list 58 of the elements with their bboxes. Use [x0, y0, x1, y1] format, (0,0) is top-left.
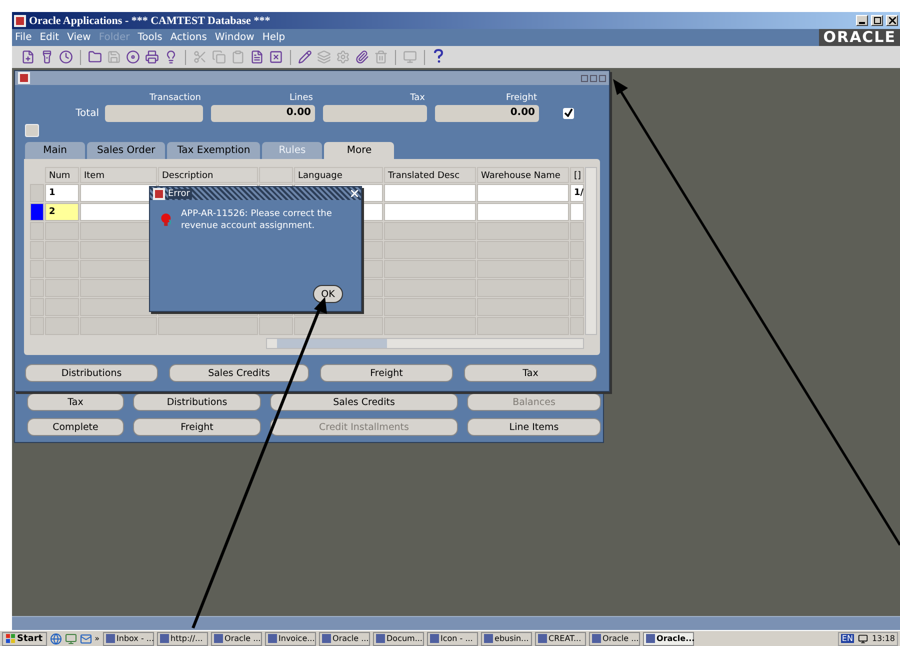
menu-item[interactable]: Edit	[40, 32, 60, 43]
taskbar-button[interactable]: http://...	[156, 632, 208, 646]
column-heading: Tax	[409, 93, 426, 103]
dialog-title: Error	[168, 188, 192, 198]
tab[interactable]: Tax Exemption	[167, 142, 260, 159]
action-button[interactable]: Complete	[27, 418, 124, 436]
taskbar-button[interactable]: Oracle...	[642, 632, 694, 646]
clock: 13:18	[872, 634, 895, 643]
column-header: Num	[45, 167, 79, 183]
column-header: Translated Desc	[384, 167, 476, 183]
window-title: Oracle Applications - *** CAMTEST Database ***	[29, 14, 272, 26]
menu-item[interactable]: File	[15, 32, 32, 43]
action-button[interactable]: Tax	[464, 364, 597, 382]
ok-button[interactable]: OK	[313, 285, 343, 303]
logo: ORACLE	[819, 29, 900, 46]
column-header: Description	[158, 167, 258, 183]
total-field[interactable]: 0.00	[211, 105, 315, 122]
taskbar-button[interactable]: Inbox - ...	[102, 632, 154, 646]
column-heading: Freight	[504, 93, 538, 103]
action-button[interactable]: Line Items	[467, 418, 601, 436]
tab[interactable]: Sales Order	[87, 142, 166, 159]
action-button[interactable]: Freight	[133, 418, 261, 436]
taskbar-button[interactable]: Oracle ...	[210, 632, 262, 646]
taskbar-button[interactable]: Invoice...	[264, 632, 316, 646]
total-label: Total	[74, 108, 100, 119]
taskbar-button[interactable]: ebusin...	[480, 632, 532, 646]
language-indicator[interactable]: EN	[840, 634, 854, 643]
action-button[interactable]: Freight	[320, 364, 453, 382]
total-field[interactable]: 0.00	[435, 105, 539, 122]
start-button[interactable]: Start	[2, 632, 47, 646]
tab[interactable]: Main	[25, 142, 85, 159]
column-header: []	[570, 167, 584, 183]
menu-item[interactable]: Tools	[138, 32, 162, 43]
column-heading: Lines	[288, 93, 314, 103]
grid-cell[interactable]: 1/	[570, 184, 584, 202]
overflow-chevron[interactable]: »	[94, 634, 100, 643]
tab[interactable]: More	[324, 142, 394, 159]
menu-item[interactable]: Help	[262, 32, 286, 43]
action-button[interactable]: Sales Credits	[169, 364, 309, 382]
grid-cell[interactable]: 2	[45, 203, 79, 221]
menu-item[interactable]: Actions	[170, 32, 207, 43]
taskbar-button[interactable]: Docum...	[372, 632, 424, 646]
action-button[interactable]: Distributions	[133, 393, 261, 411]
action-button[interactable]: Sales Credits	[270, 393, 458, 411]
error-message: APP-AR-11526: Please correct the revenue account assignment.	[181, 208, 333, 232]
menu-item[interactable]: View	[67, 32, 91, 43]
column-header: Warehouse Name	[477, 167, 569, 183]
taskbar-button[interactable]: Oracle ...	[588, 632, 640, 646]
column-header: Item	[80, 167, 157, 183]
taskbar-button[interactable]: CREAT...	[534, 632, 586, 646]
taskbar-button[interactable]: Icon - ...	[426, 632, 478, 646]
taskbar-button[interactable]: Oracle ...	[318, 632, 370, 646]
action-button[interactable]: Tax	[27, 393, 124, 411]
grid-cell[interactable]: 1	[45, 184, 79, 202]
column-heading: Transaction	[148, 93, 202, 103]
menu-item[interactable]: Window	[214, 32, 254, 43]
column-header: Language	[294, 167, 383, 183]
action-button[interactable]: Distributions	[25, 364, 158, 382]
